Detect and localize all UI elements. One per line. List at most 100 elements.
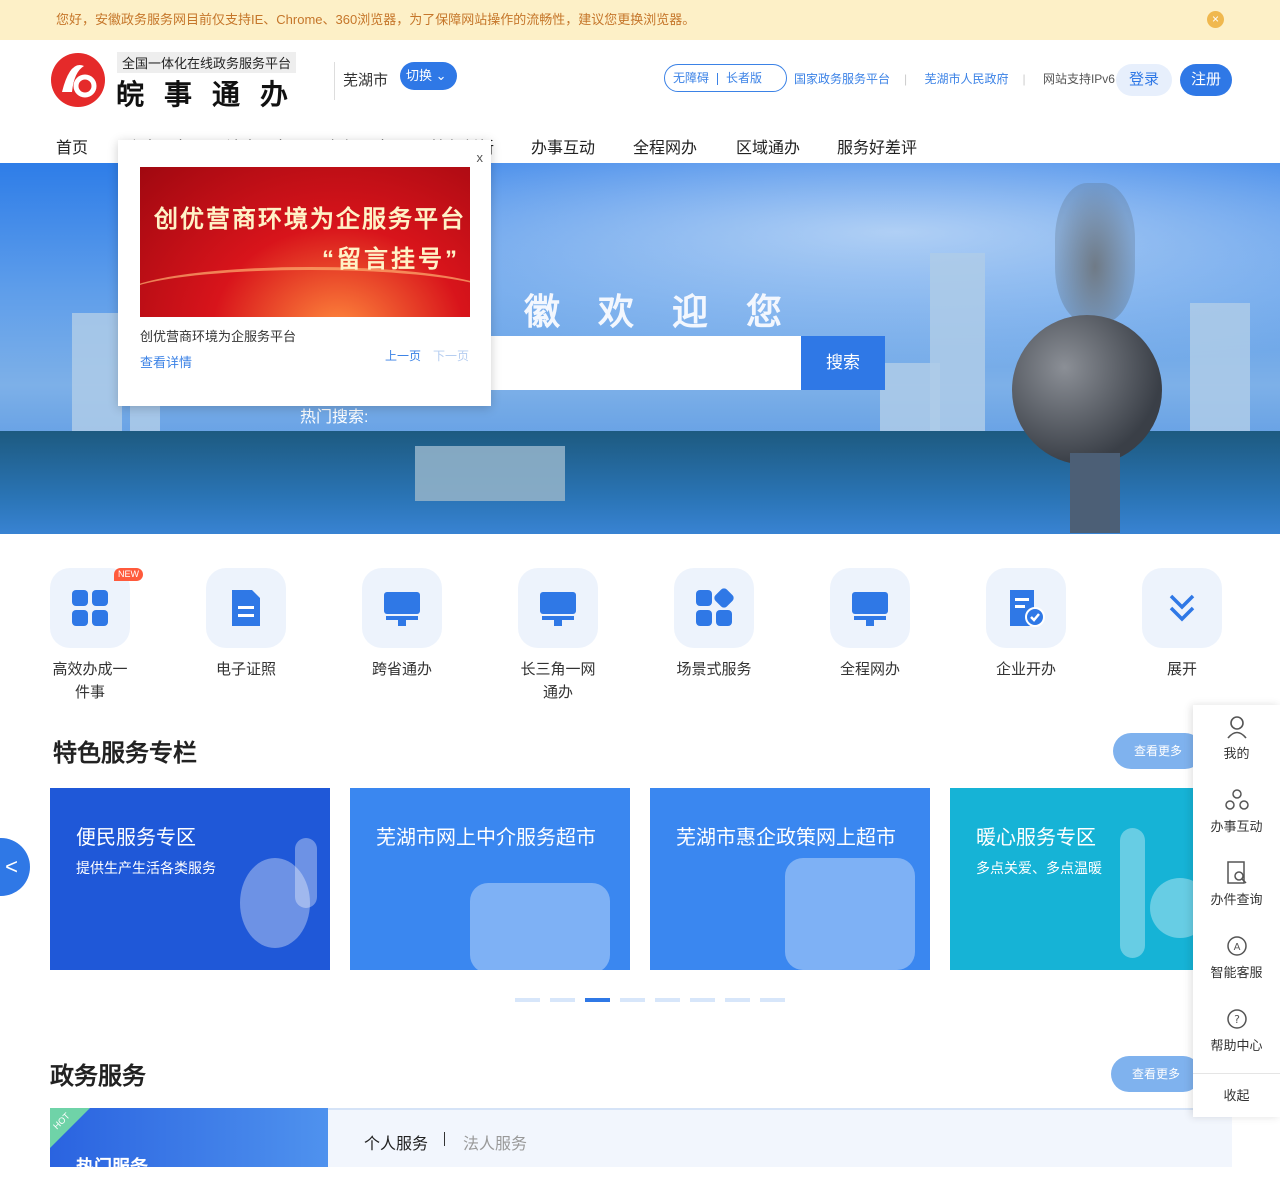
browser-notice: 您好，安徽政务服务网目前仅支持IE、Chrome、360浏览器，为了保障网站操作…: [0, 0, 1280, 40]
sidebar-label: 帮助中心: [1210, 1038, 1263, 1053]
popup-prev-link[interactable]: 上一页: [385, 347, 421, 364]
pillar-illustration: [295, 838, 317, 908]
carousel-prev-icon[interactable]: <: [0, 838, 30, 896]
carousel-dot[interactable]: [515, 998, 540, 1002]
welcome-text: 徽欢迎您: [524, 291, 821, 332]
search-button[interactable]: 搜索: [801, 336, 885, 390]
nav-item-regional[interactable]: 区域通办: [736, 134, 800, 158]
carousel-dot-active[interactable]: [585, 998, 610, 1002]
search-input[interactable]: [490, 336, 802, 390]
city-switch-label: 切换: [406, 68, 433, 83]
tab-legal[interactable]: 法人服务: [463, 1130, 527, 1154]
carousel-dot[interactable]: [550, 998, 575, 1002]
top-links: 国家政务服务平台 | 芜湖市人民政府 | 网站支持IPv6: [794, 70, 1129, 87]
accessibility-group: 无障碍 长者版: [664, 64, 787, 92]
card-intermediary[interactable]: 芜湖市网上中介服务超市: [350, 788, 630, 970]
statue-image: [1055, 183, 1135, 323]
link-divider: |: [1022, 72, 1026, 86]
gov-title: 政务服务: [50, 1063, 146, 1090]
city-switch-button[interactable]: 切换 ⌄: [400, 62, 457, 90]
quick-label: 长三角一网通办: [520, 661, 596, 701]
notice-close-icon[interactable]: ×: [1207, 11, 1224, 28]
nav-item-evaluation[interactable]: 服务好差评: [837, 134, 917, 158]
interaction-icon: [1224, 789, 1249, 810]
sidebar-label: 办事互动: [1210, 819, 1263, 834]
register-button[interactable]: 注册: [1180, 64, 1232, 96]
svg-text:A: A: [1233, 942, 1240, 953]
carousel-dot[interactable]: [760, 998, 785, 1002]
featured-more-button[interactable]: 查看更多: [1113, 733, 1203, 769]
pillar-illustration: [1120, 828, 1145, 958]
quick-icon-box: [986, 568, 1066, 648]
featured-title: 特色服务专栏: [53, 740, 197, 767]
right-sidebar: 我的 办事互动 办件查询 A 智能客服 ? 帮助中心 收起: [1193, 705, 1280, 1117]
tab-divider: [444, 1132, 445, 1146]
notice-text: 您好，安徽政务服务网目前仅支持IE、Chrome、360浏览器，为了保障网站操作…: [56, 12, 696, 27]
carousel-dot[interactable]: [655, 998, 680, 1002]
quick-label: 电子证照: [215, 661, 276, 678]
pill-divider: [717, 72, 719, 85]
tab-personal[interactable]: 个人服务: [364, 1130, 428, 1154]
quick-icon-box: [362, 568, 442, 648]
quick-item-business-start[interactable]: 企业开办: [986, 568, 1066, 681]
robot-icon: A: [1226, 936, 1247, 956]
link-divider: |: [904, 72, 908, 86]
hot-search-label: 热门搜索:: [300, 409, 369, 426]
double-chevron-down-icon: [1169, 594, 1195, 622]
user-icon: [1226, 716, 1247, 739]
sidebar-item-mine[interactable]: 我的: [1193, 715, 1280, 762]
chevron-down-icon: ⌄: [435, 68, 447, 83]
quick-icon-box: [830, 568, 910, 648]
sidebar-item-interaction[interactable]: 办事互动: [1193, 788, 1280, 835]
logo-icon[interactable]: [50, 52, 106, 108]
sidebar-label: 智能客服: [1210, 965, 1263, 980]
header: 全国一体化在线政务服务平台 皖事通办 芜湖市 切换 ⌄ 无障碍 长者版 国家政务服…: [0, 40, 1280, 122]
popup-next-link[interactable]: 下一页: [433, 347, 469, 364]
card-subtitle: 提供生产生活各类服务: [76, 860, 216, 876]
quick-item-expand[interactable]: 展开: [1142, 568, 1222, 681]
national-platform-link[interactable]: 国家政务服务平台: [794, 72, 890, 86]
monitor-icon: [852, 592, 888, 626]
quick-item-yangtze-delta[interactable]: 长三角一网通办: [518, 568, 598, 704]
grid-icon: [696, 588, 734, 626]
quick-item-full-online[interactable]: 全程网办: [830, 568, 910, 681]
sidebar-item-query[interactable]: 办件查询: [1193, 861, 1280, 908]
sidebar-item-ai-service[interactable]: A 智能客服: [1193, 934, 1280, 981]
sidebar-collapse-button[interactable]: 收起: [1193, 1073, 1280, 1117]
card-subtitle: 多点关爱、多点温暖: [976, 860, 1102, 876]
current-city: 芜湖市: [343, 72, 389, 89]
popup-detail-link[interactable]: 查看详情: [140, 352, 192, 371]
elder-version-link[interactable]: 长者版: [726, 71, 762, 85]
quick-item-cross-province[interactable]: 跨省通办: [362, 568, 442, 681]
popup-banner-image[interactable]: 创优营商环境为企服务平台 “留言挂号”: [140, 167, 470, 317]
help-icon: ?: [1226, 1009, 1247, 1029]
box-illustration: [785, 858, 915, 970]
sidebar-label: 我的: [1223, 746, 1250, 761]
quick-label: 场景式服务: [676, 661, 752, 678]
gov-more-button[interactable]: 查看更多: [1111, 1056, 1201, 1092]
carousel-dot[interactable]: [725, 998, 750, 1002]
quick-label: 高效办成一件事: [52, 661, 128, 701]
quick-icon-box: [206, 568, 286, 648]
card-policy[interactable]: 芜湖市惠企政策网上超市: [650, 788, 930, 970]
carousel-dot[interactable]: [620, 998, 645, 1002]
city-gov-link[interactable]: 芜湖市人民政府: [924, 72, 1008, 86]
nav-item-online[interactable]: 全程网办: [633, 134, 697, 158]
card-warm[interactable]: 暖心服务专区 多点关爱、多点温暖: [950, 788, 1230, 970]
login-button[interactable]: 登录: [1116, 64, 1172, 96]
quick-label: 企业开办: [995, 661, 1056, 678]
monitor-icon: [384, 592, 420, 626]
accessibility-link[interactable]: 无障碍: [673, 71, 709, 85]
popup-close-icon[interactable]: x: [477, 150, 484, 165]
svg-text:?: ?: [1234, 1013, 1240, 1026]
quick-item-scenario[interactable]: 场景式服务: [674, 568, 754, 681]
nav-item-interaction[interactable]: 办事互动: [531, 134, 595, 158]
sidebar-item-help[interactable]: ? 帮助中心: [1193, 1007, 1280, 1054]
quick-label: 全程网办: [839, 661, 900, 678]
card-convenience[interactable]: 便民服务专区 提供生产生活各类服务: [50, 788, 330, 970]
quick-item-one-thing[interactable]: NEW 高效办成一件事: [50, 568, 143, 704]
nav-item-home[interactable]: 首页: [56, 134, 88, 158]
carousel-dot[interactable]: [690, 998, 715, 1002]
card-title: 芜湖市网上中介服务超市: [376, 827, 596, 849]
quick-item-e-license[interactable]: 电子证照: [206, 568, 286, 681]
